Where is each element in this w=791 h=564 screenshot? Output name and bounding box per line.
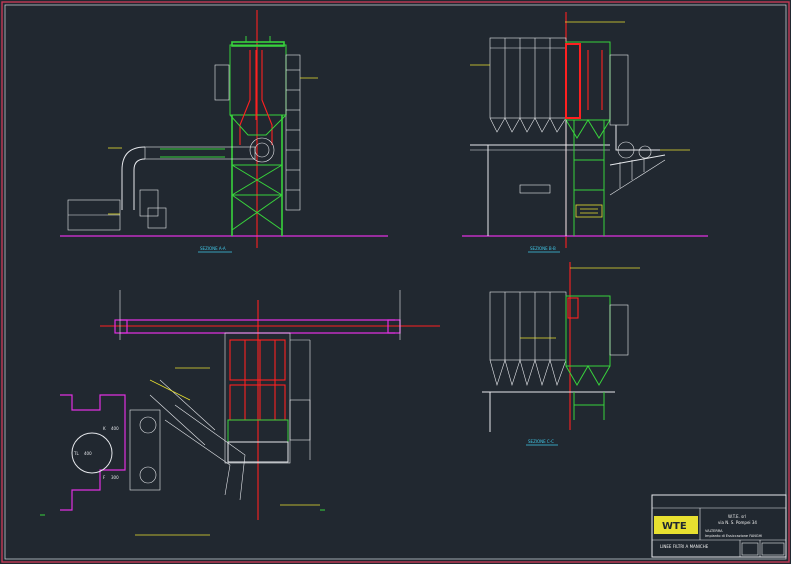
project-name: VALTERRA <box>705 529 723 533</box>
sheet-outer-border <box>1 1 790 563</box>
plan-tl-label: TL <box>73 451 79 456</box>
title-block: WTE W.T.E. srl via N. S. Pompei 34 VALTE… <box>651 494 787 558</box>
company-address: via N. S. Pompei 34 <box>718 520 757 525</box>
project-description: Impianto di Essiccazione FANGHI <box>705 534 762 538</box>
plan-k-label: K <box>103 426 106 431</box>
section-a-a-label: SEZIONE A-A <box>200 246 226 251</box>
plan-f-value: 300 <box>111 475 119 480</box>
company-logo-text: WTE <box>662 521 687 532</box>
sheet-title: LINEE FILTRI A MANICHE <box>660 544 709 549</box>
section-c-c-view: SEZIONE C-C <box>482 262 640 446</box>
sheet-inner-border <box>4 4 787 560</box>
plan-view: TL 400 K 400 F 300 <box>40 290 440 536</box>
section-b-b-label: SEZIONE B-B <box>530 246 556 251</box>
section-c-c-label: SEZIONE C-C <box>528 439 554 444</box>
plan-f-label: F <box>103 475 106 480</box>
plan-k-value: 400 <box>111 426 119 431</box>
section-a-a-view: SEZIONE A-A <box>60 10 388 253</box>
company-name: W.T.E. srl <box>728 514 746 519</box>
section-b-b-view: SEZIONE B-B <box>462 12 708 253</box>
cad-drawing: SEZIONE A-A SEZIONE B-B SEZIONE C-C TL 4… <box>1 1 790 563</box>
plan-tl-value: 400 <box>84 451 92 456</box>
